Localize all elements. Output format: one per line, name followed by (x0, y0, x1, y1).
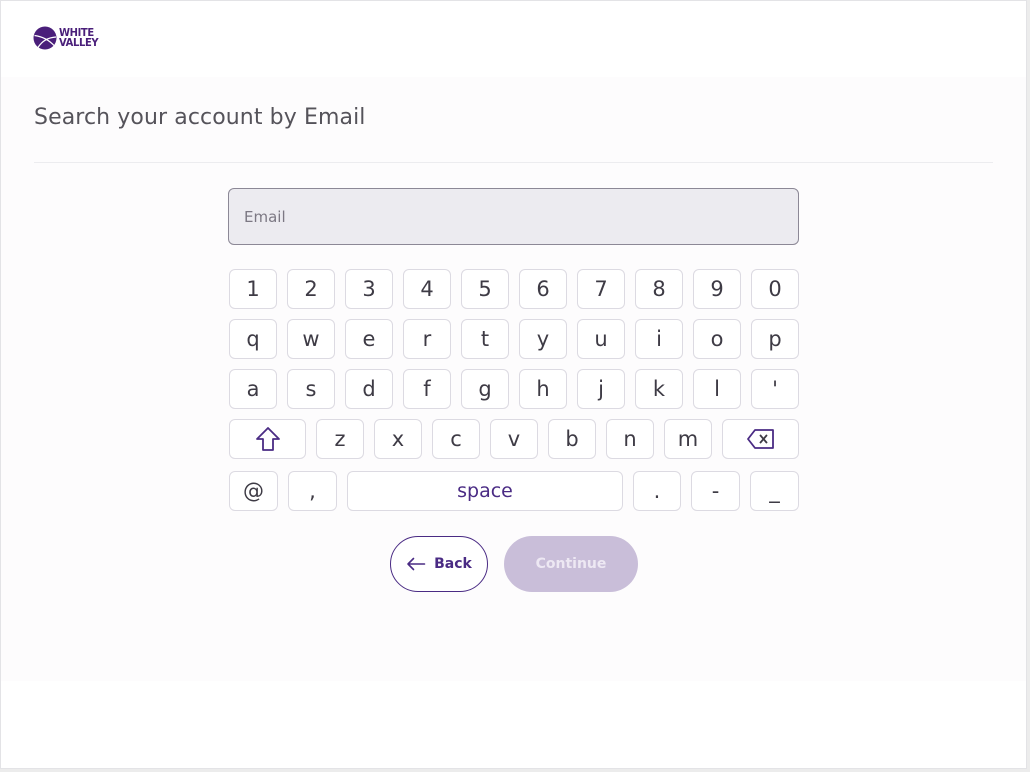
backspace-icon (746, 429, 774, 449)
key-row2-8[interactable]: o (693, 319, 741, 359)
at-key[interactable]: @ (229, 471, 278, 511)
back-button-label: Back (434, 556, 472, 572)
key-row2-0[interactable]: q (229, 319, 277, 359)
key-row2-2[interactable]: e (345, 319, 393, 359)
key-row4-3[interactable]: v (490, 419, 538, 459)
key-row4-1[interactable]: x (374, 419, 422, 459)
arrow-left-icon (407, 557, 426, 571)
key-row1-3[interactable]: 4 (403, 269, 451, 309)
brand-logo: WHITE VALLEY (33, 26, 100, 50)
page-title: Search your account by Email (34, 105, 366, 130)
app-window: WHITE VALLEY Search your account by Emai… (0, 0, 1027, 769)
main-panel: Search your account by Email 1234567890 q… (1, 77, 1026, 681)
shift-key[interactable] (229, 419, 306, 459)
key-row1-6[interactable]: 7 (577, 269, 625, 309)
key-row4-6[interactable]: m (664, 419, 712, 459)
key-row4-4[interactable]: b (548, 419, 596, 459)
key-row2-9[interactable]: p (751, 319, 799, 359)
key-row1-7[interactable]: 8 (635, 269, 683, 309)
period-key[interactable]: . (633, 471, 681, 511)
key-row3-3[interactable]: f (403, 369, 451, 409)
comma-key[interactable]: , (288, 471, 337, 511)
globe-logo-icon (33, 26, 57, 50)
key-row4-2[interactable]: c (432, 419, 480, 459)
key-row3-7[interactable]: k (635, 369, 683, 409)
key-row2-6[interactable]: u (577, 319, 625, 359)
key-row1-0[interactable]: 1 (229, 269, 277, 309)
key-row3-8[interactable]: l (693, 369, 741, 409)
key-row3-5[interactable]: h (519, 369, 567, 409)
key-row3-1[interactable]: s (287, 369, 335, 409)
key-row2-1[interactable]: w (287, 319, 335, 359)
key-row3-0[interactable]: a (229, 369, 277, 409)
key-row2-5[interactable]: y (519, 319, 567, 359)
brand-name-line2: VALLEY (59, 37, 99, 49)
key-row4-5[interactable]: n (606, 419, 654, 459)
space-key[interactable]: space (347, 471, 623, 511)
hyphen-key[interactable]: - (691, 471, 740, 511)
key-row1-2[interactable]: 3 (345, 269, 393, 309)
key-row1-1[interactable]: 2 (287, 269, 335, 309)
key-row1-5[interactable]: 6 (519, 269, 567, 309)
header: WHITE VALLEY (1, 1, 1026, 77)
backspace-key[interactable] (722, 419, 799, 459)
key-row3-2[interactable]: d (345, 369, 393, 409)
brand-name: WHITE VALLEY (59, 26, 99, 49)
back-button[interactable]: Back (390, 536, 488, 592)
key-row4-0[interactable]: z (316, 419, 364, 459)
brand-name-line1: WHITE (59, 26, 94, 39)
key-row1-8[interactable]: 9 (693, 269, 741, 309)
key-row1-4[interactable]: 5 (461, 269, 509, 309)
key-row2-3[interactable]: r (403, 319, 451, 359)
continue-button[interactable]: Continue (504, 536, 638, 592)
divider (34, 162, 993, 163)
continue-button-label: Continue (535, 556, 607, 572)
key-row2-7[interactable]: i (635, 319, 683, 359)
email-field[interactable] (228, 188, 799, 245)
underscore-key[interactable]: _ (750, 471, 799, 511)
key-row3-4[interactable]: g (461, 369, 509, 409)
key-row2-4[interactable]: t (461, 319, 509, 359)
shift-arrow-icon (255, 427, 280, 451)
key-row1-9[interactable]: 0 (751, 269, 799, 309)
key-row3-6[interactable]: j (577, 369, 625, 409)
key-row3-9[interactable]: ' (751, 369, 799, 409)
